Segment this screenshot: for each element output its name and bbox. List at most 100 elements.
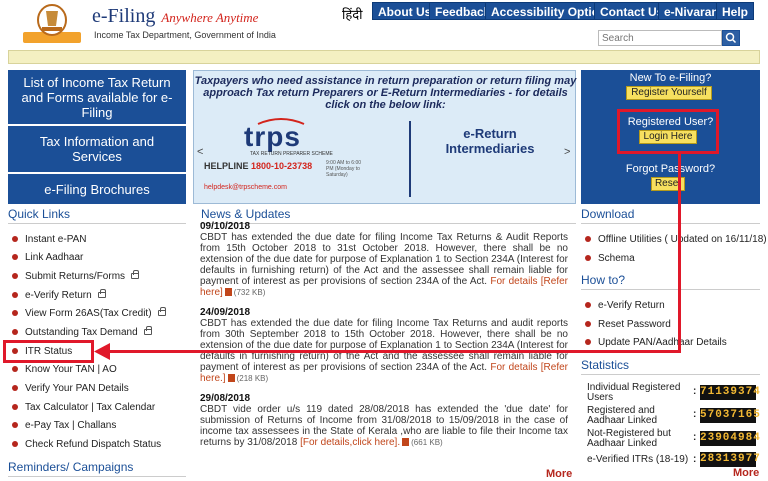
download-heading: Download xyxy=(581,207,635,221)
new-user-label: New To e-Filing? xyxy=(629,72,712,84)
quick-link-submit-returns[interactable]: Submit Returns/Forms xyxy=(12,270,140,283)
quick-link-refund-status[interactable]: Check Refund Dispatch Status xyxy=(12,439,161,451)
pdf-icon xyxy=(224,288,232,297)
search-icon xyxy=(725,32,737,44)
quick-link-everify[interactable]: e-Verify Return xyxy=(12,289,106,302)
quick-link-know-tan[interactable]: Know Your TAN | AO xyxy=(12,364,117,376)
howto-label: Reset Password xyxy=(598,319,671,330)
quick-link-label: Link Aadhaar xyxy=(25,252,84,263)
news-date: 09/10/2018 xyxy=(200,221,251,232)
news-more-link[interactable]: More xyxy=(546,468,572,480)
howto-rule xyxy=(581,289,760,290)
statistics-heading: Statistics xyxy=(581,358,630,372)
brand-title: e-Filing xyxy=(92,5,156,27)
quick-link-tax-calculator[interactable]: Tax Calculator | Tax Calendar xyxy=(12,402,155,414)
banner-prev-arrow[interactable]: < xyxy=(197,146,203,158)
helpline-label: HELPLINE xyxy=(204,161,249,171)
quick-link-outstanding-demand[interactable]: Outstanding Tax Demand xyxy=(12,326,152,339)
quick-link-verify-pan[interactable]: Verify Your PAN Details xyxy=(12,383,129,395)
left-item-itr-forms[interactable]: List of Income Tax Return and Forms avai… xyxy=(8,70,186,124)
download-label: Schema xyxy=(598,253,635,264)
trps-logo-sub: TAX RETURN PREPARER SCHEME xyxy=(250,151,333,157)
banner-text: Taxpayers who need assistance in return … xyxy=(194,75,577,111)
lock-icon xyxy=(157,307,166,317)
pdf-icon xyxy=(402,438,410,447)
helpline-hours: 9:00 AM to 6:00 PM (Monday to Saturday) xyxy=(326,160,362,178)
quick-link-label: Outstanding Tax Demand xyxy=(25,327,138,338)
register-button[interactable]: Register Yourself xyxy=(626,86,712,100)
bullet-icon xyxy=(12,329,18,336)
quick-link-label: e-Verify Return xyxy=(25,290,92,301)
news-date: 24/09/2018 xyxy=(200,307,251,318)
bullet-icon xyxy=(12,310,18,317)
quick-link-epay-tax[interactable]: e-Pay Tax | Challans xyxy=(12,420,116,432)
highlight-box-login xyxy=(617,109,719,154)
news-item: 29/08/2018 CBDT vide order u/s 119 dated… xyxy=(200,393,568,448)
download-schema[interactable]: Schema xyxy=(585,253,635,265)
bullet-icon xyxy=(12,254,18,261)
news-details-link[interactable]: [For details,click here]. xyxy=(300,437,400,448)
quick-link-label: Check Refund Dispatch Status xyxy=(25,439,162,450)
search-button[interactable] xyxy=(722,30,740,46)
download-offline-utilities[interactable]: Offline Utilities ( Updated on 16/11/18) xyxy=(585,234,767,246)
bullet-icon xyxy=(12,422,18,429)
pdf-icon xyxy=(227,374,235,383)
left-item-tax-info[interactable]: Tax Information and Services xyxy=(8,126,186,172)
bullet-icon xyxy=(12,441,18,448)
nav-help[interactable]: Help xyxy=(716,2,755,20)
quick-link-label: Submit Returns/Forms xyxy=(25,271,126,282)
howto-label: Update PAN/Aadhaar Details xyxy=(598,337,727,348)
trps-logo: trps xyxy=(244,121,301,152)
howto-everify[interactable]: e-Verify Return xyxy=(585,300,665,312)
left-item-brochures[interactable]: e-Filing Brochures xyxy=(8,174,186,204)
forgot-password-label: Forgot Password? xyxy=(625,163,716,175)
search-input[interactable] xyxy=(598,30,722,46)
bullet-icon xyxy=(585,321,591,328)
banner-next-arrow[interactable]: > xyxy=(564,146,570,158)
helpline: HELPLINE 1800-10-23738 xyxy=(204,161,312,171)
national-emblem-logo[interactable] xyxy=(20,2,84,46)
statistics-more-link[interactable]: More xyxy=(733,467,759,479)
quick-link-label: Know Your TAN | AO xyxy=(25,364,117,375)
nav-e-nivaran[interactable]: e-Nivaran xyxy=(658,2,725,20)
trp-banner[interactable]: Taxpayers who need assistance in return … xyxy=(193,70,576,204)
language-link-hindi[interactable]: हिंदी xyxy=(342,5,363,23)
reminders-rule xyxy=(8,476,186,477)
bullet-icon xyxy=(585,255,591,262)
eri-link[interactable]: e-Return Intermediaries xyxy=(430,126,550,156)
brand: e-Filing Anywhere Anytime xyxy=(92,5,258,28)
bullet-icon xyxy=(585,339,591,346)
highlight-box-itr-status xyxy=(3,340,94,363)
stat-colon: : xyxy=(693,454,697,465)
stat-counter: 71139374 xyxy=(700,385,761,400)
stat-label: Registered and Aadhaar Linked xyxy=(587,405,658,426)
howto-reset-password[interactable]: Reset Password xyxy=(585,319,671,331)
quick-link-instant-epan[interactable]: Instant e-PAN xyxy=(12,234,87,246)
stat-label: Not-Registered but Aadhaar Linked xyxy=(587,428,671,449)
bullet-icon xyxy=(585,302,591,309)
nav-about-us[interactable]: About Us xyxy=(372,2,438,20)
bullet-icon xyxy=(12,385,18,392)
howto-label: e-Verify Return xyxy=(598,300,665,311)
howto-heading: How to? xyxy=(581,273,626,287)
quick-link-label: Instant e-PAN xyxy=(25,234,87,245)
news-list: 09/10/2018 CBDT has extended the due dat… xyxy=(200,221,568,473)
quick-link-form-26as[interactable]: View Form 26AS(Tax Credit) xyxy=(12,307,166,320)
news-item: 09/10/2018 CBDT has extended the due dat… xyxy=(200,221,568,298)
quick-link-link-aadhaar[interactable]: Link Aadhaar xyxy=(12,252,83,264)
banner-divider xyxy=(409,121,411,197)
howto-update-pan[interactable]: Update PAN/Aadhaar Details xyxy=(585,337,727,349)
bullet-icon xyxy=(12,273,18,280)
download-label: Offline Utilities ( Updated on 16/11/18) xyxy=(598,234,767,245)
bullet-icon xyxy=(12,292,18,299)
news-heading: News & Updates xyxy=(201,207,291,221)
quick-links-rule xyxy=(8,223,186,224)
annotation-connector xyxy=(678,154,681,352)
news-date: 29/08/2018 xyxy=(200,393,251,404)
stat-colon: : xyxy=(693,409,697,420)
stat-counter: 28313977 xyxy=(700,452,761,467)
stat-label: Individual Registered Users xyxy=(587,382,681,403)
bullet-icon xyxy=(12,366,18,373)
quick-link-label: Tax Calculator | Tax Calendar xyxy=(25,402,156,413)
quick-link-label: e-Pay Tax | Challans xyxy=(25,420,117,431)
